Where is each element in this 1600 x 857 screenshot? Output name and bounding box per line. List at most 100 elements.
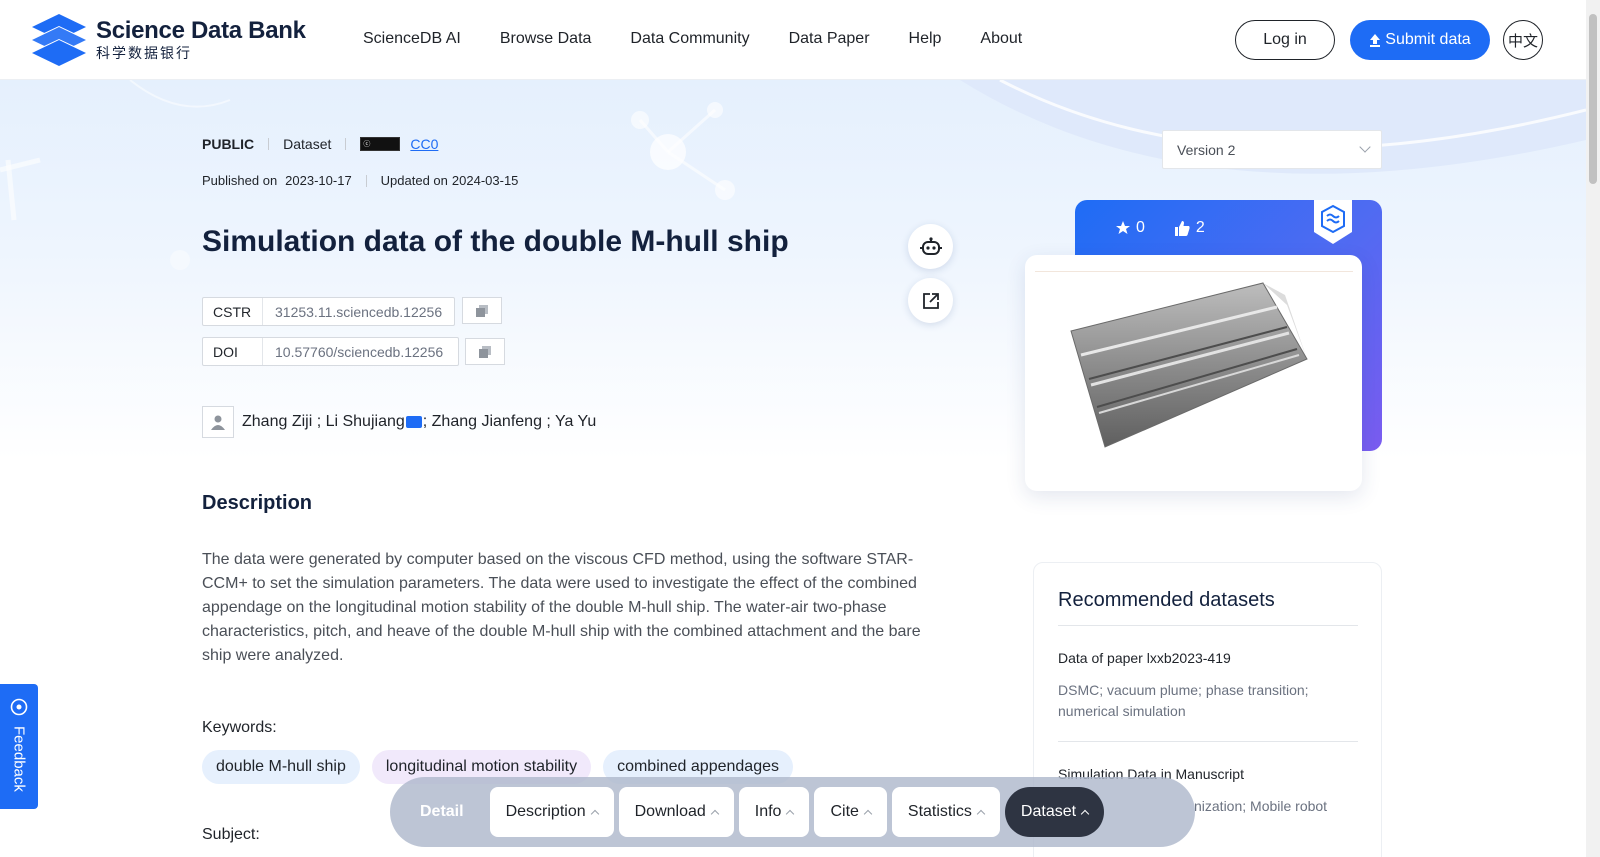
login-button[interactable]: Log in xyxy=(1235,20,1335,60)
hull-model-image xyxy=(1070,282,1308,448)
main-nav: ScienceDB AI Browse Data Data Community … xyxy=(363,30,1061,48)
section-tabbar: Detail Description Download Info Cite St… xyxy=(390,777,1195,847)
copy-cstr-button[interactable] xyxy=(462,297,502,324)
visibility-badge: PUBLIC xyxy=(202,136,255,152)
language-toggle[interactable]: 中文 xyxy=(1503,20,1543,60)
chevron-up-icon xyxy=(1080,809,1090,818)
authors-text-continued[interactable]: ; Zhang Jianfeng ; Ya Yu xyxy=(423,413,596,431)
doi-field: DOI 10.57760/sciencedb.12256 xyxy=(202,337,459,366)
dataset-title: Simulation data of the double M-hull shi… xyxy=(202,225,789,258)
nav-about[interactable]: About xyxy=(980,30,1022,48)
divider xyxy=(1058,625,1358,626)
logo-title: Science Data Bank xyxy=(96,17,306,44)
dataset-meta: PUBLIC Dataset ⓒ CC0 xyxy=(202,136,438,152)
feedback-tab[interactable]: Feedback xyxy=(0,684,38,809)
feedback-icon xyxy=(10,698,28,716)
cstr-label: CSTR xyxy=(203,298,263,325)
tab-label: Statistics xyxy=(907,803,972,820)
dataset-type: Dataset xyxy=(283,136,332,152)
divider xyxy=(268,138,270,150)
author-list: Zhang Ziji ; Li Shujiang ; Zhang Jianfen… xyxy=(202,406,596,438)
logo-subtitle: 科学数据银行 xyxy=(96,45,192,61)
share-icon xyxy=(922,292,939,309)
tab-download[interactable]: Download xyxy=(618,787,734,837)
like-count[interactable]: 2 xyxy=(1174,219,1205,237)
logo-icon xyxy=(32,14,86,66)
share-button[interactable] xyxy=(908,278,953,323)
recommended-item-title[interactable]: Data of paper lxxb2023-419 xyxy=(1058,650,1231,666)
keyword-chip[interactable]: double M-hull ship xyxy=(202,750,360,784)
submit-data-label: Submit data xyxy=(1385,31,1471,48)
authors-text[interactable]: Zhang Ziji ; Li Shujiang xyxy=(242,413,405,431)
divider xyxy=(345,138,347,150)
upload-icon xyxy=(1370,33,1381,47)
scrollbar-thumb[interactable] xyxy=(1589,14,1597,184)
ai-assistant-button[interactable] xyxy=(908,224,953,269)
keywords-label: Keywords: xyxy=(202,719,277,736)
tab-label: Dataset xyxy=(1020,803,1077,820)
cstr-value[interactable]: 31253.11.sciencedb.12256 xyxy=(263,304,442,320)
chevron-up-icon xyxy=(976,809,986,818)
page-scrollbar[interactable] xyxy=(1586,0,1600,857)
chevron-up-icon xyxy=(786,809,795,818)
published-date: 2023-10-17 xyxy=(285,173,352,188)
chevron-up-icon xyxy=(710,809,720,818)
tabbar-title: Detail xyxy=(420,803,464,820)
copy-doi-button[interactable] xyxy=(465,338,505,365)
version-select[interactable]: Version 2 xyxy=(1162,130,1382,169)
tab-label: Description xyxy=(505,803,586,820)
divider xyxy=(365,174,367,187)
doi-value[interactable]: 10.57760/sciencedb.12256 xyxy=(263,344,443,360)
tab-label: Download xyxy=(634,803,706,820)
submit-data-button[interactable]: Submit data xyxy=(1350,20,1490,60)
nav-browse-data[interactable]: Browse Data xyxy=(500,30,592,48)
site-logo[interactable]: Science Data Bank 科学数据银行 xyxy=(30,12,306,68)
email-icon[interactable] xyxy=(405,416,422,428)
tab-label: Cite xyxy=(830,803,859,820)
doi-label: DOI xyxy=(203,338,263,365)
tab-label: Info xyxy=(754,803,782,820)
divider xyxy=(1058,741,1358,742)
description-text: The data were generated by computer base… xyxy=(202,551,921,664)
star-count[interactable]: 0 xyxy=(1116,219,1145,237)
recommended-heading: Recommended datasets xyxy=(1058,589,1275,611)
published-label: Published on xyxy=(202,173,278,188)
tab-description[interactable]: Description xyxy=(489,787,614,837)
tab-dataset[interactable]: Dataset xyxy=(1004,787,1105,837)
tab-info[interactable]: Info xyxy=(738,787,810,837)
tab-cite[interactable]: Cite xyxy=(814,787,887,837)
description-heading: Description xyxy=(202,492,313,514)
recommended-item-keywords: nization; Mobile robot xyxy=(1194,798,1328,814)
feedback-label: Feedback xyxy=(10,726,28,792)
thumbs-up-icon xyxy=(1174,220,1190,236)
version-value: Version 2 xyxy=(1177,141,1236,158)
tab-statistics[interactable]: Statistics xyxy=(891,787,1000,837)
nav-data-paper[interactable]: Data Paper xyxy=(789,30,870,48)
dataset-stats: 0 2 xyxy=(1116,219,1235,237)
cstr-field: CSTR 31253.11.sciencedb.12256 xyxy=(202,297,455,326)
dataset-preview-card[interactable] xyxy=(1025,255,1362,491)
author-avatar xyxy=(202,406,234,438)
user-icon xyxy=(211,415,225,430)
nav-help[interactable]: Help xyxy=(909,30,942,48)
recommended-item-keywords: DSMC; vacuum plume; phase transition; nu… xyxy=(1058,682,1309,719)
star-count-value: 0 xyxy=(1136,219,1145,236)
date-info: Published on 2023-10-17 Updated on 2024-… xyxy=(202,173,518,188)
updated-label: Updated on xyxy=(380,173,448,188)
nav-data-community[interactable]: Data Community xyxy=(630,30,749,48)
subject-label: Subject: xyxy=(202,826,260,843)
nav-sciencedb-ai[interactable]: ScienceDB AI xyxy=(363,30,461,48)
like-count-value: 2 xyxy=(1195,219,1205,236)
top-header: Science Data Bank 科学数据银行 ScienceDB AI Br… xyxy=(0,0,1586,80)
copy-icon xyxy=(479,345,491,358)
chevron-down-icon xyxy=(1359,141,1371,153)
license-link[interactable]: CC0 xyxy=(410,136,438,152)
verified-shield-icon xyxy=(1314,200,1352,244)
chevron-up-icon xyxy=(863,809,873,818)
star-icon xyxy=(1116,221,1130,234)
robot-icon xyxy=(919,236,942,255)
public-domain-badge-icon: ⓒ xyxy=(360,137,401,151)
copy-icon xyxy=(476,304,488,317)
updated-date: 2024-03-15 xyxy=(451,173,519,188)
chevron-up-icon xyxy=(590,809,599,818)
